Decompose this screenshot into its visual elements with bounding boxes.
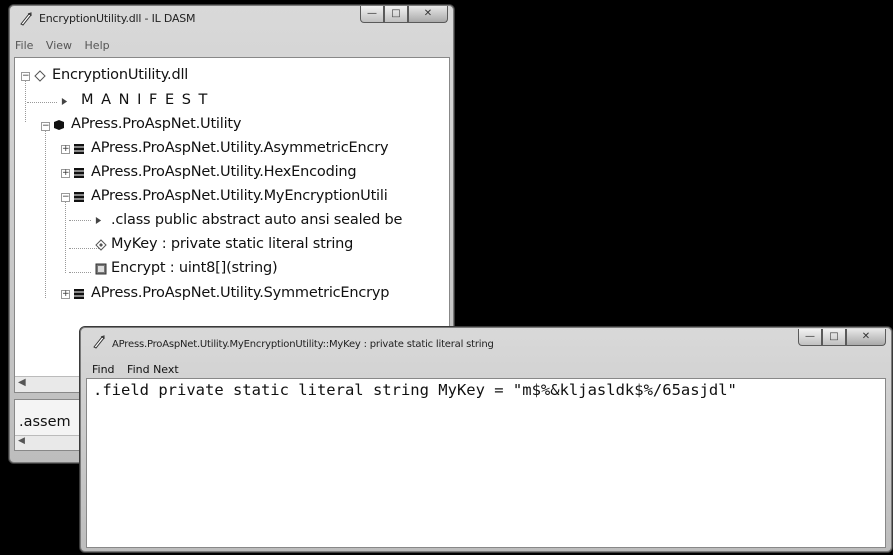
- menu-view[interactable]: View: [46, 39, 72, 52]
- collapse-toggle[interactable]: −: [61, 193, 70, 202]
- tree-node-label: APress.ProAspNet.Utility.MyEncryptionUti…: [91, 188, 388, 204]
- maximize-button[interactable]: □: [384, 6, 408, 23]
- tree-node-label: EncryptionUtility.dll: [52, 67, 189, 83]
- close-button[interactable]: ✕: [408, 6, 448, 23]
- expand-toggle[interactable]: +: [61, 290, 70, 299]
- scroll-left-arrow-icon[interactable]: ◀: [18, 377, 26, 388]
- tree-node-label: Encrypt : uint8[](string): [111, 260, 278, 276]
- namespace-icon: [54, 120, 64, 130]
- manifest-arrow-icon: [61, 98, 68, 105]
- expand-toggle[interactable]: +: [61, 145, 70, 154]
- ildasm-title: EncryptionUtility.dll - IL DASM: [39, 12, 196, 25]
- class-icon: [74, 144, 84, 154]
- tree-node-label: APress.ProAspNet.Utility: [71, 116, 242, 132]
- menu-help[interactable]: Help: [85, 39, 110, 52]
- viewer-title: APress.ProAspNet.Utility.MyEncryptionUti…: [112, 339, 494, 350]
- tree-node-label: M A N I F E S T: [81, 92, 209, 108]
- menu-file[interactable]: File: [15, 39, 33, 52]
- maximize-button[interactable]: □: [822, 329, 846, 346]
- disassembly-window: APress.ProAspNet.Utility.MyEncryptionUti…: [79, 326, 893, 553]
- field-icon: [95, 239, 107, 251]
- close-button[interactable]: ✕: [846, 329, 886, 346]
- disassembly-text-area[interactable]: .field private static literal string MyK…: [86, 378, 886, 548]
- tree-node-label: APress.ProAspNet.Utility.SymmetricEncryp: [91, 285, 390, 301]
- ildasm-menubar: File View Help: [15, 39, 119, 52]
- expand-toggle[interactable]: +: [61, 169, 70, 178]
- collapse-toggle[interactable]: −: [41, 122, 50, 131]
- menu-find-next[interactable]: Find Next: [127, 363, 179, 376]
- tree-node-label: APress.ProAspNet.Utility.AsymmetricEncry: [91, 140, 389, 156]
- ildasm-app-icon: [20, 12, 32, 26]
- info-text: .assem: [19, 414, 71, 430]
- class-decl-arrow-icon: [95, 217, 102, 224]
- minimize-button[interactable]: —: [798, 329, 822, 346]
- method-icon: [95, 263, 107, 275]
- minimize-button[interactable]: —: [360, 6, 384, 23]
- viewer-app-icon: [93, 335, 105, 349]
- collapse-toggle[interactable]: −: [21, 72, 30, 81]
- disassembly-content: .field private static literal string MyK…: [93, 381, 737, 399]
- class-icon: [74, 289, 84, 299]
- tree-node-label: .class public abstract auto ansi sealed …: [111, 212, 403, 228]
- menu-find[interactable]: Find: [92, 363, 115, 376]
- class-icon: [74, 192, 84, 202]
- tree-node-label: APress.ProAspNet.Utility.HexEncoding: [91, 164, 357, 180]
- viewer-menubar: Find Find Next: [92, 363, 188, 376]
- scroll-left-arrow-icon[interactable]: ◀: [18, 436, 25, 446]
- ildasm-titlebar[interactable]: EncryptionUtility.dll - IL DASM — □ ✕: [9, 5, 454, 33]
- assembly-icon: [34, 70, 46, 82]
- class-icon: [74, 168, 84, 178]
- viewer-titlebar[interactable]: APress.ProAspNet.Utility.MyEncryptionUti…: [80, 327, 892, 355]
- tree-node-label: MyKey : private static literal string: [111, 236, 354, 252]
